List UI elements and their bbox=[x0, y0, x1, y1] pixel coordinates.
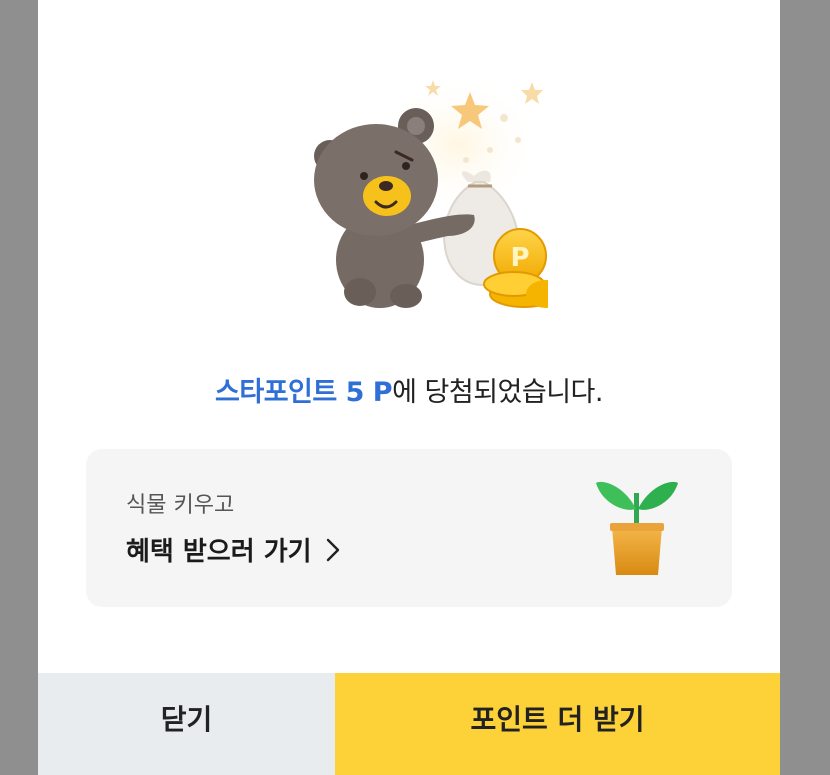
promo-title: 혜택 받으러 가기 bbox=[126, 537, 312, 567]
result-highlight: 스타포인트 5 P bbox=[215, 377, 393, 408]
sprout-pot-icon bbox=[592, 479, 682, 579]
bear-money-bag-illustration: P bbox=[268, 70, 566, 320]
result-message: 스타포인트 5 P에 당첨되었습니다. bbox=[38, 370, 780, 409]
promo-subtitle: 식물 키우고 bbox=[126, 493, 235, 518]
promo-title-row: 혜택 받으러 가기 bbox=[126, 531, 340, 568]
get-more-points-button[interactable]: 포인트 더 받기 bbox=[335, 673, 780, 775]
point-result-modal: P 스타포인트 5 P에 당첨되었습니다. 식물 키우고 혜택 받으러 가기 닫… bbox=[38, 0, 780, 775]
plant-promo-card[interactable]: 식물 키우고 혜택 받으러 가기 bbox=[86, 449, 732, 607]
result-suffix: 에 당첨되었습니다. bbox=[392, 377, 603, 408]
coin-letter: P bbox=[510, 243, 529, 273]
chevron-right-icon bbox=[326, 538, 340, 562]
close-button[interactable]: 닫기 bbox=[38, 673, 335, 775]
